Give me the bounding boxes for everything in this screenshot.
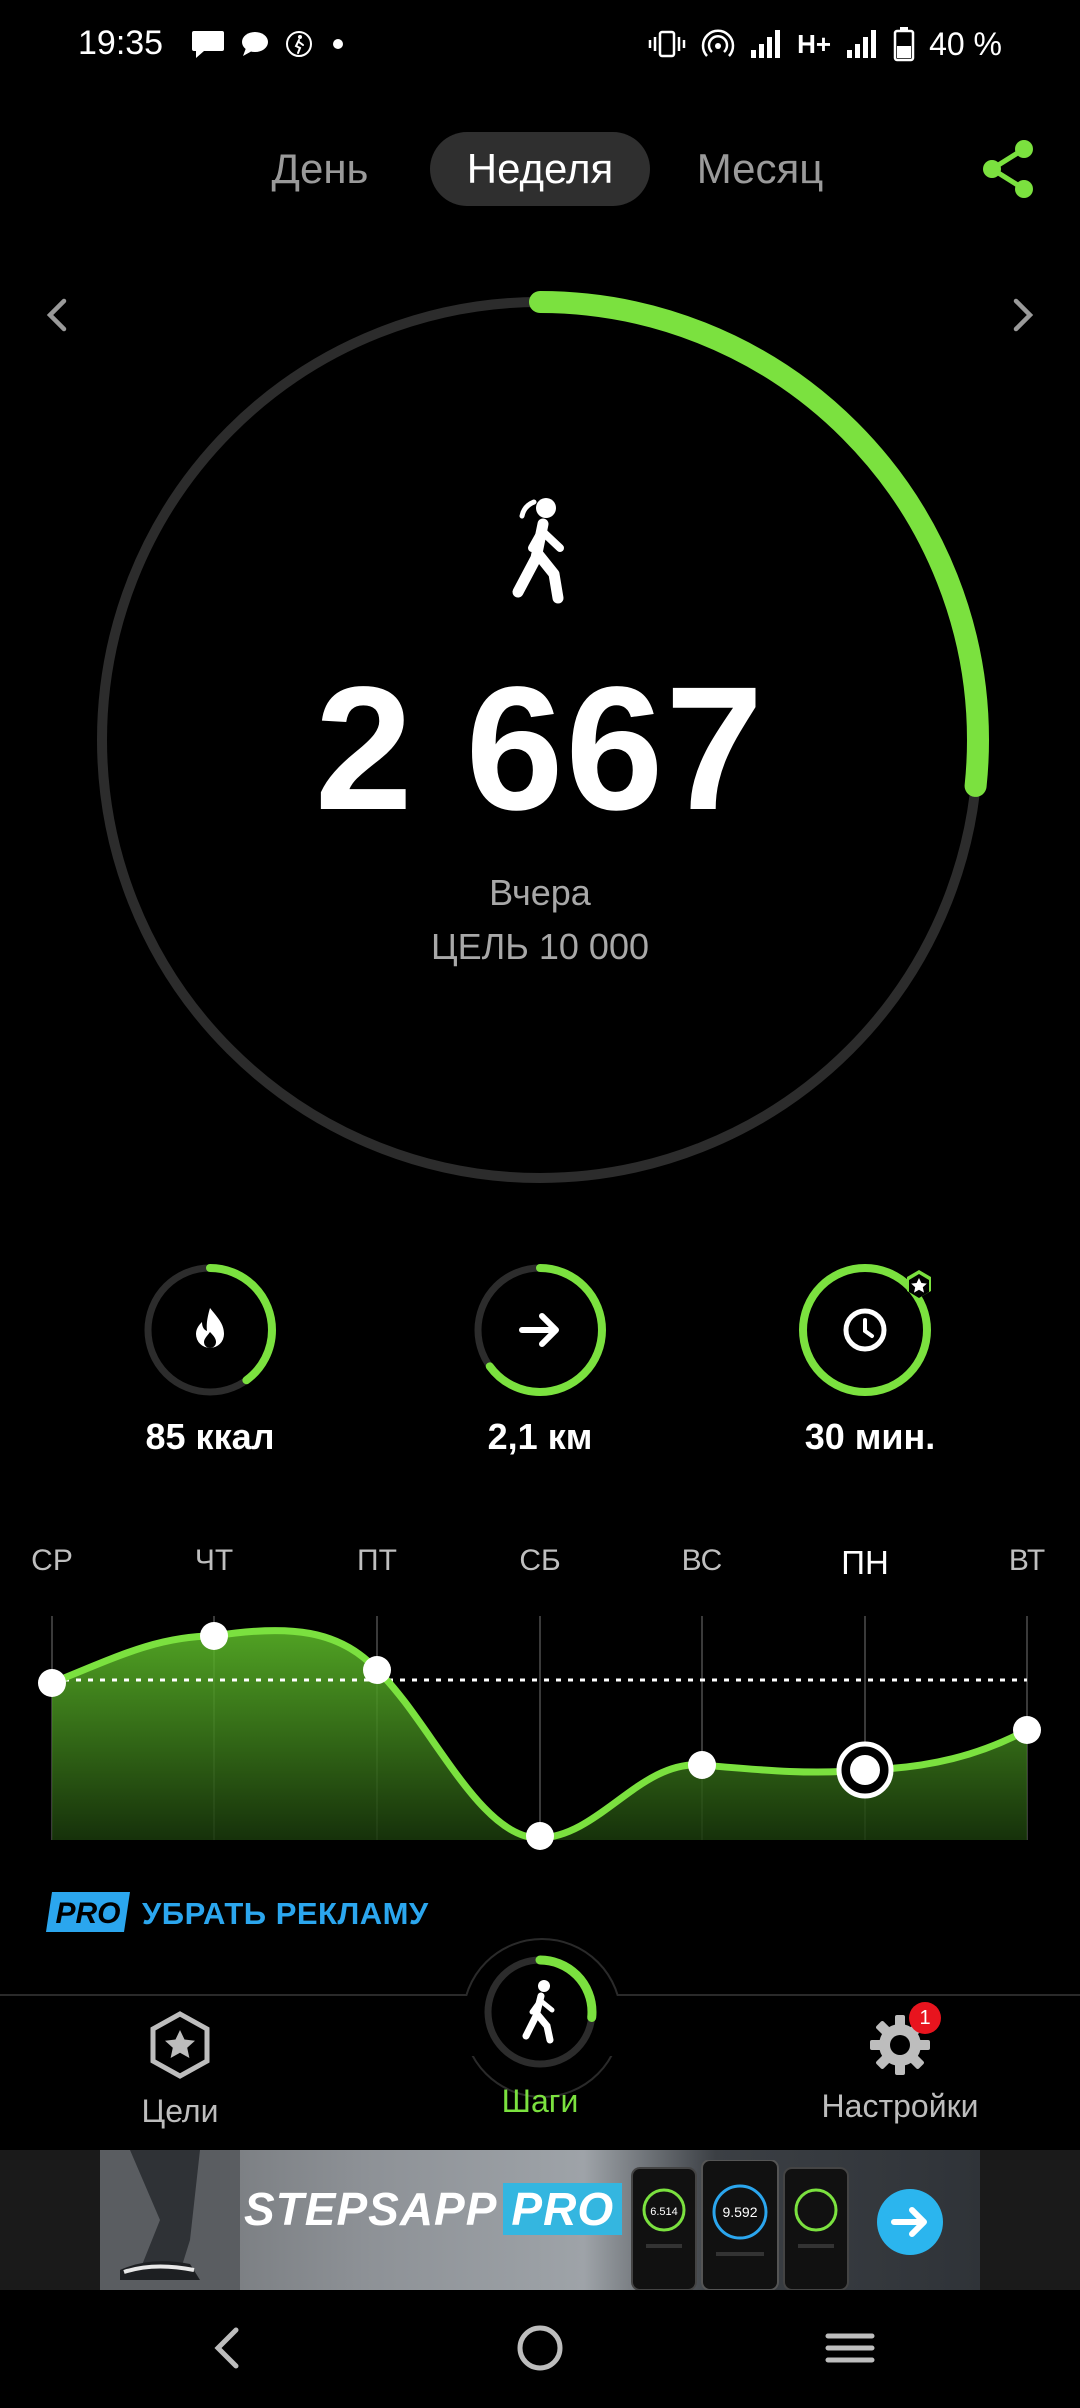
- steps-count: 2 667: [314, 651, 766, 847]
- nav-goals-label: Цели: [141, 2093, 219, 2129]
- active-time-ring: [799, 1264, 931, 1396]
- ad-phone-value-center: 9.592: [722, 2204, 757, 2220]
- pro-badge[interactable]: PRO: [44, 1890, 132, 1934]
- network-type: H+: [797, 28, 832, 59]
- day-label-tue[interactable]: ВТ: [987, 1544, 1067, 1578]
- clock-icon: [843, 1308, 887, 1352]
- ad-phone-value-left: 6.514: [650, 2206, 678, 2218]
- calories-ring: [144, 1264, 276, 1396]
- chart-point-mon-selected[interactable]: [836, 1741, 894, 1799]
- ad-brand-suffix: PRO: [503, 2183, 623, 2235]
- battery-icon: [893, 27, 915, 62]
- week-steps-chart: [38, 1616, 1041, 1850]
- battery-level: 40 %: [929, 25, 1002, 62]
- day-label-sun[interactable]: ВС: [662, 1544, 742, 1578]
- status-time: 19:35: [78, 24, 164, 62]
- chart-point-thu[interactable]: [200, 1622, 228, 1650]
- nav-steps[interactable]: Шаги: [430, 1952, 650, 2120]
- signal-icon: [751, 30, 781, 58]
- next-period-button[interactable]: [992, 285, 1052, 345]
- status-bar: 19:35 H+ 40 %: [0, 0, 1080, 90]
- back-icon[interactable]: [200, 2320, 256, 2376]
- nav-steps-label: Шаги: [501, 2083, 579, 2119]
- goals-star-icon: [150, 2011, 210, 2079]
- distance-ring: [474, 1264, 606, 1396]
- tab-day[interactable]: День: [236, 132, 404, 206]
- chevron-right-icon: [1013, 298, 1034, 332]
- walking-person-icon: [512, 498, 564, 604]
- settings-notification-badge: 1: [909, 2002, 941, 2034]
- calories-stat: 85 ккал: [60, 1260, 360, 1458]
- day-label-wed[interactable]: СР: [12, 1544, 92, 1578]
- nav-settings[interactable]: 1 Настройки: [790, 2002, 1010, 2125]
- dot-icon: [333, 39, 343, 49]
- active-time-value: 30 мин.: [804, 1416, 936, 1457]
- tab-week[interactable]: Неделя: [430, 132, 650, 206]
- system-navigation-bar: [0, 2290, 1080, 2408]
- ad-runner-image: [100, 2150, 240, 2290]
- nav-settings-label: Настройки: [821, 2088, 979, 2124]
- ad-brand-prefix: STEPSAPP: [244, 2183, 498, 2235]
- vibrate-icon: [648, 30, 686, 58]
- pro-badge-text: PRO: [55, 1897, 120, 1930]
- distance-stat: 2,1 км: [390, 1260, 690, 1458]
- chart-point-sun[interactable]: [688, 1751, 716, 1779]
- previous-period-button[interactable]: [28, 285, 88, 345]
- share-button[interactable]: [978, 134, 1038, 204]
- distance-value: 2,1 км: [487, 1416, 593, 1457]
- flame-icon: [196, 1308, 224, 1348]
- remove-ads-link[interactable]: УБРАТЬ РЕКЛАМУ: [142, 1896, 429, 1932]
- day-label-mon[interactable]: ПН: [825, 1544, 905, 1582]
- day-label-sat[interactable]: СБ: [500, 1544, 580, 1578]
- signal-icon: [847, 30, 877, 58]
- arrow-right-icon: [519, 1313, 559, 1347]
- status-notification-icons: [190, 22, 348, 66]
- home-icon[interactable]: [512, 2320, 568, 2376]
- share-icon: [983, 140, 1033, 198]
- status-system-icons: H+ 40 %: [647, 22, 1002, 66]
- week-day-labels: СР ЧТ ПТ СБ ВС ПН ВТ: [0, 1544, 1080, 1584]
- selected-day-label: Вчера: [489, 872, 591, 913]
- day-label-fri[interactable]: ПТ: [337, 1544, 417, 1578]
- hotspot-icon: [701, 29, 735, 57]
- day-label-thu[interactable]: ЧТ: [174, 1544, 254, 1578]
- ad-arrow-button[interactable]: [876, 2188, 944, 2256]
- ad-brand-title: STEPSAPP PRO: [244, 2182, 623, 2236]
- tab-month[interactable]: Месяц: [676, 132, 844, 206]
- recent-apps-icon[interactable]: [822, 2320, 878, 2376]
- steps-nav-ring: [483, 1955, 597, 2069]
- calories-value: 85 ккал: [145, 1416, 275, 1457]
- message-icon: [192, 31, 224, 58]
- steps-app-icon: [286, 31, 312, 57]
- chart-point-sat[interactable]: [526, 1822, 554, 1850]
- chevron-left-icon: [46, 298, 67, 332]
- chart-point-tue[interactable]: [1013, 1716, 1041, 1744]
- chart-point-wed[interactable]: [38, 1669, 66, 1697]
- ad-phones-image: 6.514 9.592: [631, 2160, 849, 2290]
- walking-person-icon: [522, 1980, 555, 2044]
- chat-icon: [242, 32, 268, 56]
- chart-point-fri[interactable]: [363, 1656, 391, 1684]
- ad-banner[interactable]: STEPSAPP PRO 6.514 9.592: [100, 2150, 980, 2290]
- active-time-stat: 30 мин.: [720, 1260, 1020, 1458]
- steps-goal: ЦЕЛЬ 10 000: [430, 926, 649, 967]
- nav-goals[interactable]: Цели: [70, 2010, 290, 2130]
